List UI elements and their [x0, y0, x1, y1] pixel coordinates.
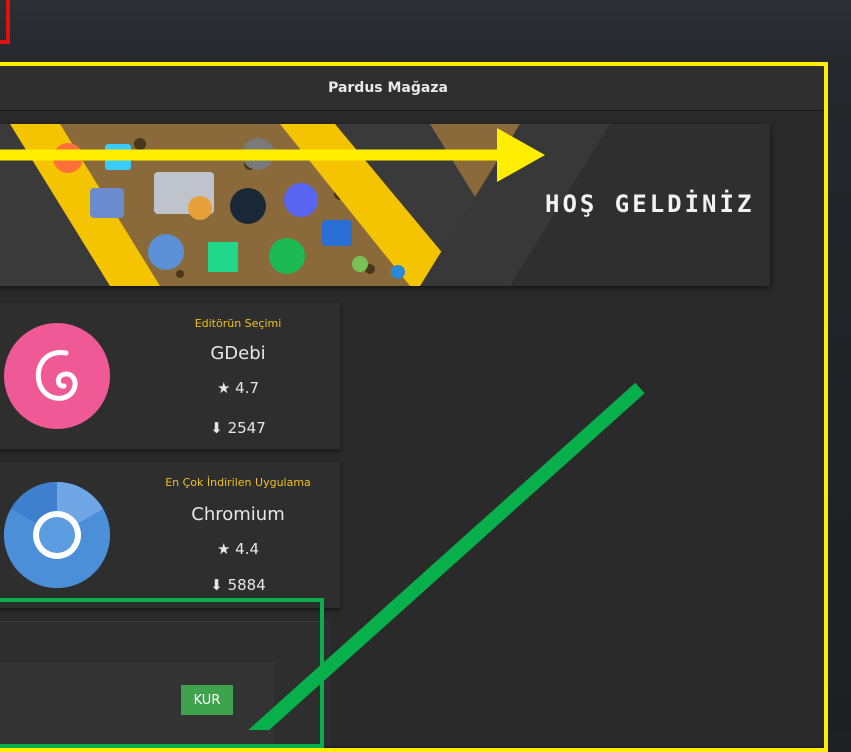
- featured-tag: En Çok İndirilen Uygulama: [165, 476, 311, 489]
- banner-welcome-text: HOŞ GELDİNİZ: [545, 190, 755, 218]
- install-button[interactable]: KUR: [181, 685, 233, 715]
- download-icon: ⬇: [210, 576, 223, 594]
- welcome-banner[interactable]: HOŞ GELDİNİZ: [0, 124, 770, 286]
- window-titlebar[interactable]: Pardus Mağaza: [0, 66, 826, 111]
- app-rating: ★ 4.7: [216, 379, 260, 397]
- app-window: Pardus Mağaza HOŞ GELDİNİZ Editörün Seçi…: [0, 66, 826, 746]
- debian-swirl-icon: [4, 323, 110, 429]
- app-name[interactable]: Chromium: [140, 504, 336, 525]
- download-count: 5884: [227, 576, 266, 594]
- download-count: 2547: [227, 419, 266, 437]
- red-highlight-box: [0, 0, 10, 44]
- window-title: Pardus Mağaza: [328, 80, 448, 96]
- app-downloads: ⬇ 5884: [140, 576, 336, 594]
- app-downloads: ⬇ 2547: [140, 419, 336, 437]
- featured-tag: Editörün Seçimi: [194, 317, 282, 330]
- app-rating: ★ 4.4: [216, 540, 260, 558]
- download-icon: ⬇: [210, 419, 223, 437]
- chromium-icon: [4, 482, 110, 588]
- featured-card-most-downloaded[interactable]: En Çok İndirilen Uygulama Chromium ★ 4.4…: [0, 462, 340, 608]
- featured-card-editor-choice[interactable]: Editörün Seçimi GDebi ★ 4.7 ⬇ 2547: [0, 303, 340, 449]
- app-name[interactable]: GDebi: [140, 343, 336, 364]
